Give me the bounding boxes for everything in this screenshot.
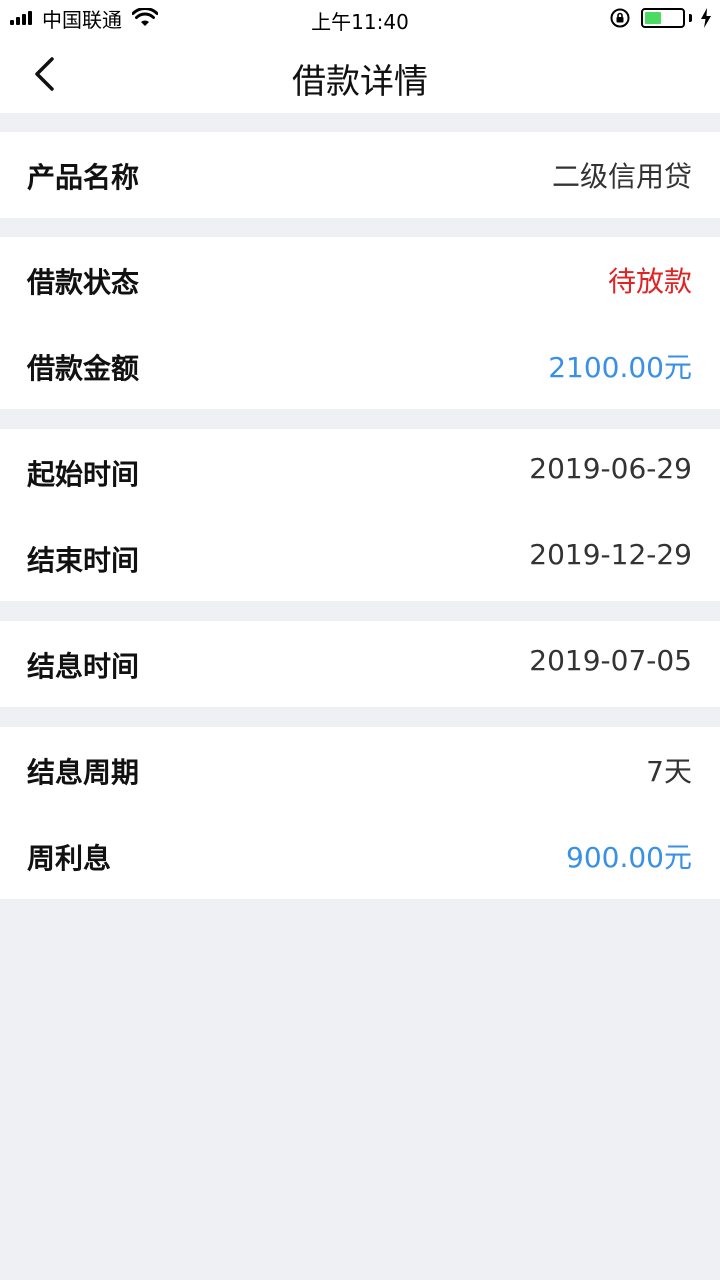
page-title: 借款详情 <box>292 62 428 102</box>
row-label: 借款状态 <box>27 266 140 299</box>
detail-row-product-name: 产品名称 二级信用贷 <box>0 132 720 218</box>
detail-row-start-date: 起始时间 2019-06-29 <box>0 429 720 515</box>
battery-cap <box>689 14 692 22</box>
row-value: 二级信用贷 <box>551 160 692 193</box>
row-label: 结束时间 <box>27 544 140 577</box>
section-interest: 结息周期 7天 周利息 900.00元 <box>0 727 720 899</box>
row-label: 产品名称 <box>27 161 140 194</box>
row-label: 周利息 <box>27 842 112 875</box>
detail-row-settlement-cycle: 结息周期 7天 <box>0 727 720 813</box>
row-value: 2019-06-29 <box>529 452 692 485</box>
section-dates: 起始时间 2019-06-29 结束时间 2019-12-29 <box>0 429 720 601</box>
orientation-lock-icon <box>610 8 630 28</box>
section-product: 产品名称 二级信用贷 <box>0 132 720 218</box>
row-label: 结息时间 <box>27 650 140 683</box>
row-value: 7天 <box>646 755 692 788</box>
status-bar: 中国联通 上午11:40 <box>0 0 720 36</box>
battery-level <box>645 12 661 24</box>
row-label: 起始时间 <box>27 458 140 491</box>
status-right <box>609 6 712 30</box>
section-loan: 借款状态 待放款 借款金额 2100.00元 <box>0 237 720 409</box>
row-value: 2019-07-05 <box>529 644 692 677</box>
nav-bar: 借款详情 <box>0 36 720 113</box>
detail-row-end-date: 结束时间 2019-12-29 <box>0 515 720 601</box>
detail-row-loan-status: 借款状态 待放款 <box>0 237 720 323</box>
detail-row-weekly-interest: 周利息 900.00元 <box>0 813 720 899</box>
battery-icon <box>641 8 685 28</box>
detail-row-settlement-date: 结息时间 2019-07-05 <box>0 621 720 707</box>
row-value: 2019-12-29 <box>529 538 692 571</box>
detail-row-loan-amount: 借款金额 2100.00元 <box>0 323 720 409</box>
row-label: 结息周期 <box>27 756 140 789</box>
row-label: 借款金额 <box>27 352 140 385</box>
section-settlement: 结息时间 2019-07-05 <box>0 621 720 707</box>
amount-value: 2100.00元 <box>548 351 692 384</box>
amount-value: 900.00元 <box>566 841 692 874</box>
charging-bolt-icon <box>701 8 711 28</box>
status-value: 待放款 <box>607 265 692 298</box>
